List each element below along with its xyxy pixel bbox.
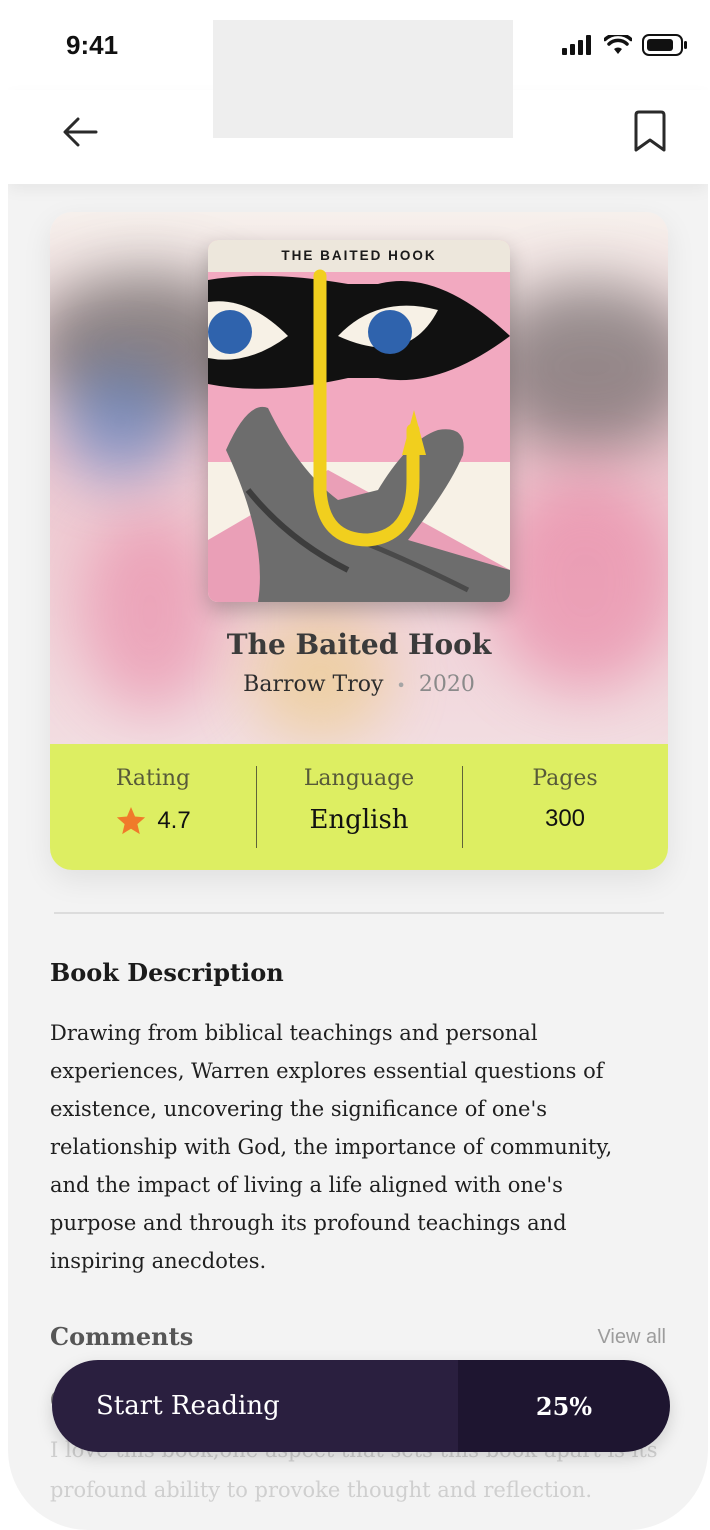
status-icons xyxy=(562,34,688,56)
start-reading-button[interactable]: Start Reading 25% xyxy=(52,1360,670,1452)
camera-notch xyxy=(213,20,513,138)
rating-value-row: 4.7 xyxy=(50,805,256,837)
book-cover-art: THE BAITED HOOK xyxy=(208,240,510,602)
start-reading-label: Start Reading xyxy=(52,1360,458,1452)
stat-language: Language English xyxy=(256,744,462,870)
pages-label: Pages xyxy=(532,766,598,791)
pages-value: 300 xyxy=(544,805,586,832)
stat-rating: Rating 4.7 xyxy=(50,744,256,870)
book-meta: Barrow Troy • 2020 xyxy=(50,672,668,697)
reading-progress: 25% xyxy=(458,1360,670,1452)
bookmark-icon xyxy=(634,110,666,152)
comments-heading: Comments xyxy=(50,1322,194,1351)
book-stats-bar: Rating 4.7 Language English Pages 300 xyxy=(50,744,668,870)
stat-pages: Pages 300 xyxy=(462,744,668,870)
status-time: 9:41 xyxy=(66,30,119,60)
description-text: Drawing from biblical teachings and pers… xyxy=(50,1021,613,1273)
rating-label: Rating xyxy=(115,766,191,791)
signal-icon xyxy=(562,35,591,55)
book-hero-card: THE BAITED HOOK The Baited Hook Barrow T… xyxy=(50,212,668,870)
star-icon xyxy=(117,807,146,835)
book-author[interactable]: Barrow Troy xyxy=(243,672,383,697)
phone-screen: 9:41 THE BAITED HOOK The Baited Hook Bar… xyxy=(8,0,708,1530)
battery-icon xyxy=(642,34,687,56)
book-year: 2020 xyxy=(418,672,475,697)
book-title: The Baited Hook xyxy=(226,628,492,661)
meta-separator: • xyxy=(396,676,406,695)
view-all-comments-link[interactable]: View all xyxy=(597,1326,666,1349)
wifi-icon xyxy=(604,35,632,54)
language-value: English xyxy=(309,805,409,835)
back-button[interactable] xyxy=(58,110,102,154)
description-heading: Book Description xyxy=(50,958,284,987)
section-divider xyxy=(54,912,664,914)
language-label: Language xyxy=(303,766,415,791)
book-cover-image[interactable]: THE BAITED HOOK xyxy=(208,240,510,602)
bookmark-button[interactable] xyxy=(626,108,674,156)
arrow-left-icon xyxy=(63,117,98,147)
rating-value: 4.7 xyxy=(157,807,191,834)
cover-title-text: THE BAITED HOOK xyxy=(281,248,436,263)
